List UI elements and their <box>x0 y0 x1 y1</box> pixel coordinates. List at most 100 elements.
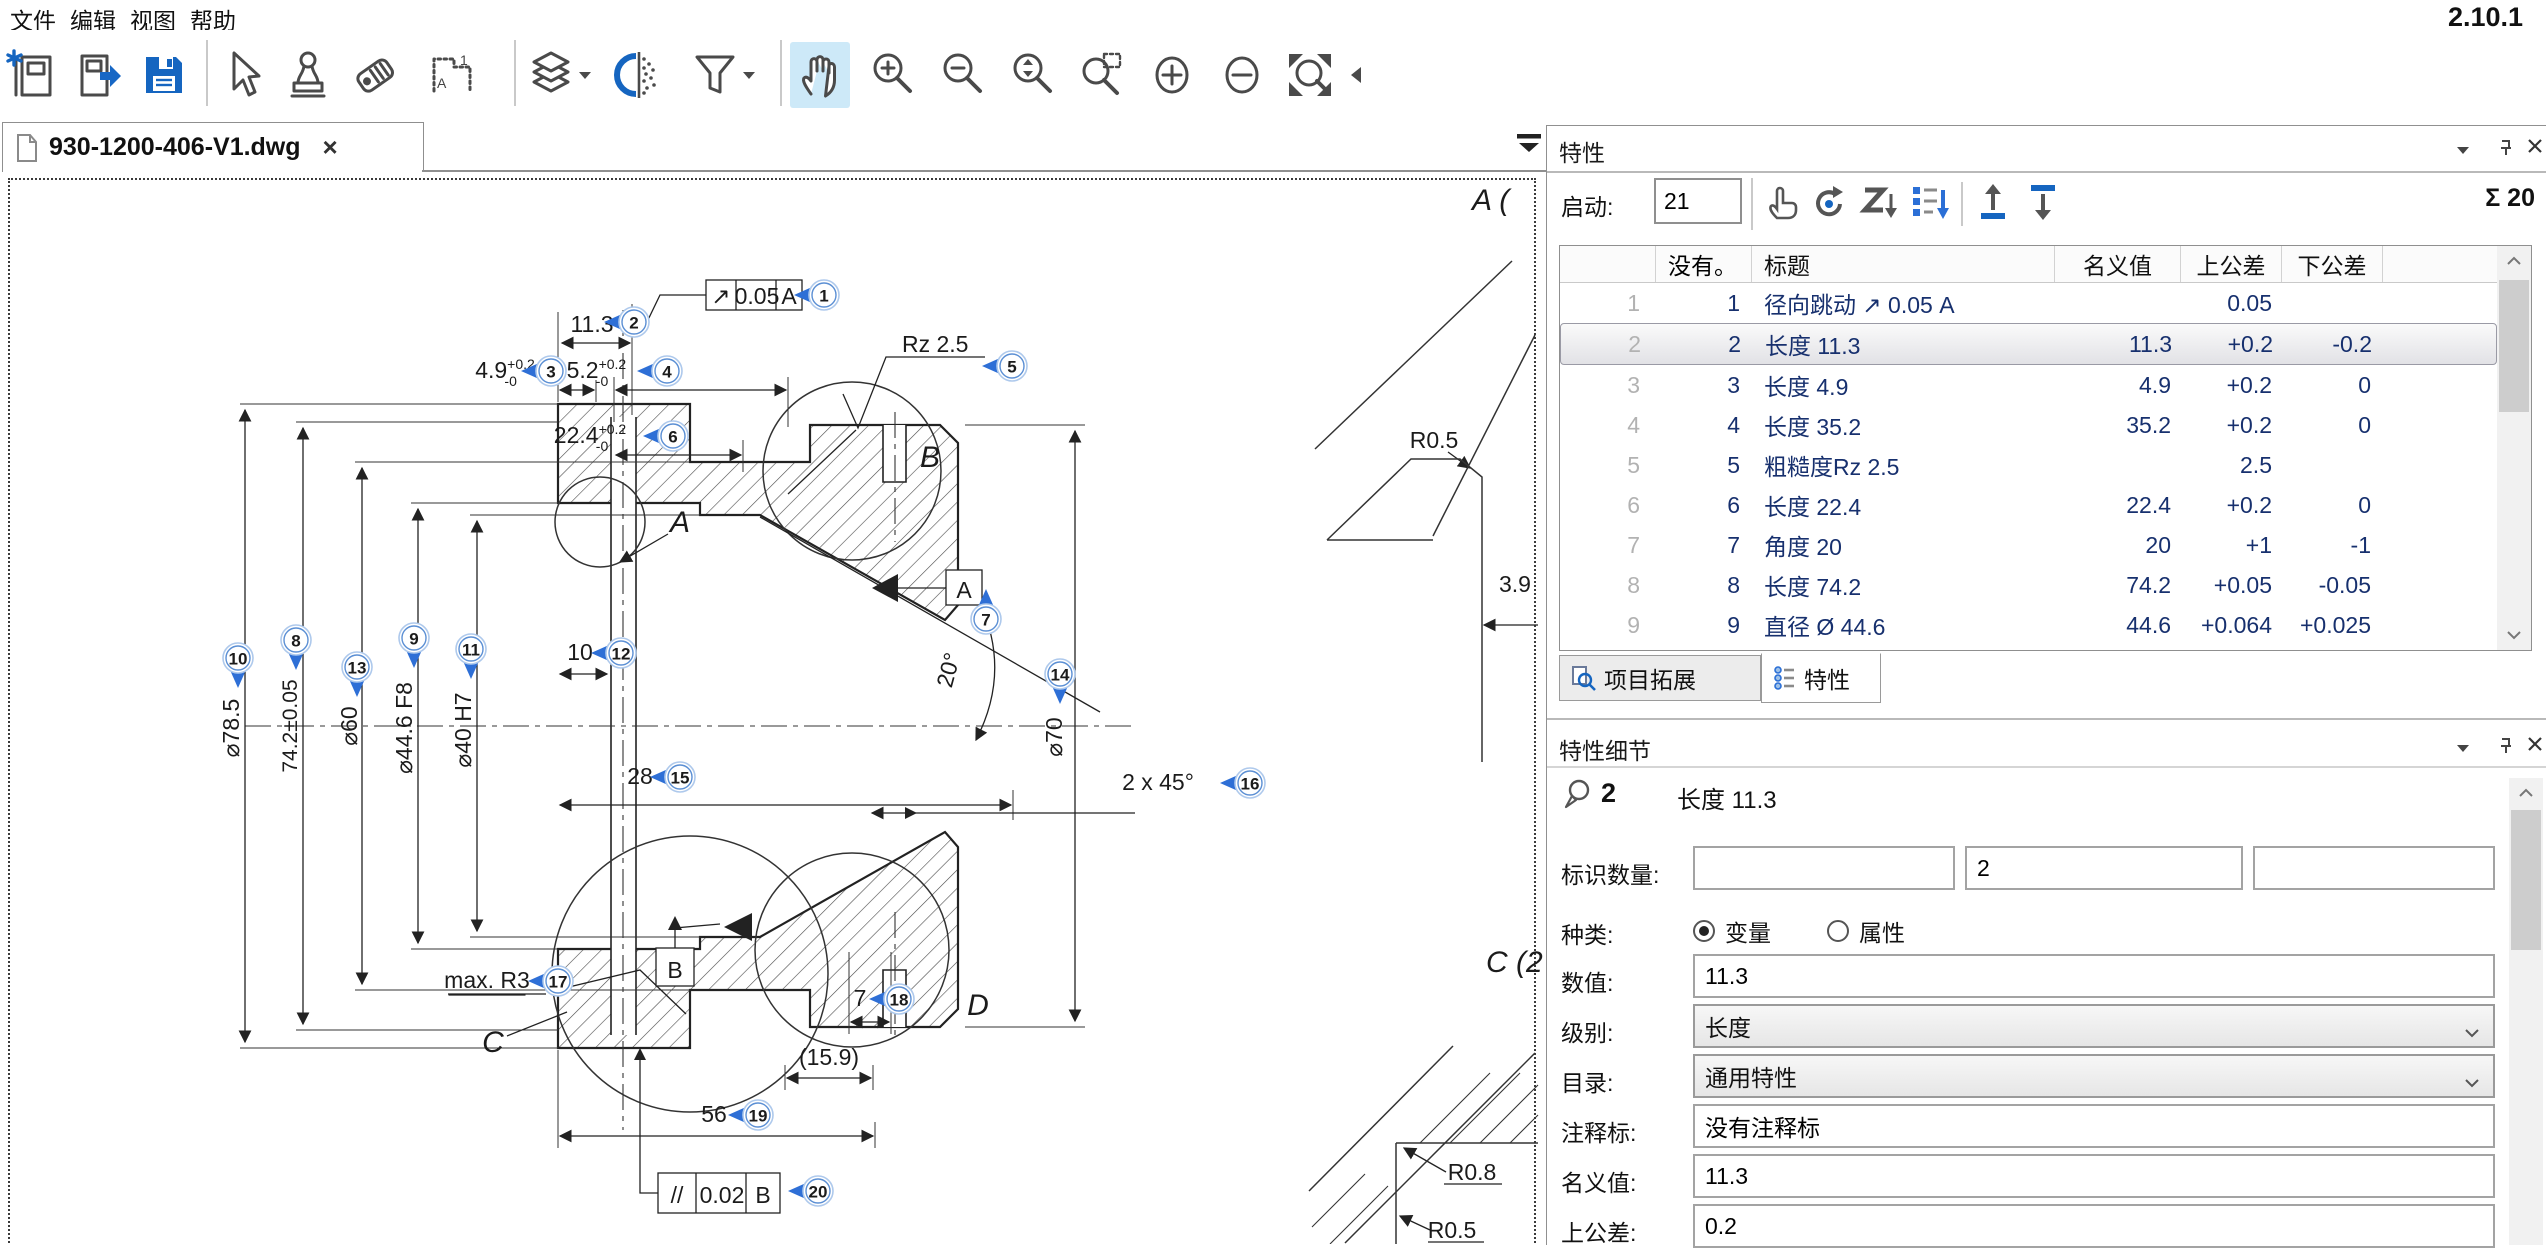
tag-button[interactable] <box>346 42 406 108</box>
move-down-icon[interactable] <box>2025 182 2065 227</box>
radio-variable[interactable]: 变量 <box>1693 914 1771 948</box>
value-label: 数值: <box>1561 964 1613 998</box>
class-combo-value: 长度 <box>1705 1009 1751 1043</box>
balloon-20[interactable]: 20 <box>788 1176 833 1206</box>
table-row[interactable]: 22长度 11.311.3+0.2-0.2 <box>1560 323 2497 365</box>
panel-pin-icon[interactable] <box>2497 138 2515 163</box>
save-button[interactable] <box>134 42 194 108</box>
zoom-out-icon-button[interactable] <box>932 42 992 108</box>
table-row[interactable]: 44长度 35.235.2+0.20 <box>1560 405 2497 445</box>
dimension-text: B <box>755 1182 770 1208</box>
dimension-text: ⌀60 <box>336 706 362 745</box>
svg-text:17: 17 <box>549 973 568 992</box>
decrease-button[interactable] <box>1212 42 1272 108</box>
table-row[interactable]: 55粗糙度Rz 2.52.5 <box>1560 445 2497 485</box>
close-tab-icon[interactable]: × <box>323 132 338 163</box>
dimension-text: B <box>667 957 682 983</box>
balloon-11[interactable]: 11 <box>456 634 486 679</box>
document-tab[interactable]: 930-1200-406-V1.dwg × <box>2 122 424 172</box>
svg-text:19: 19 <box>749 1107 768 1126</box>
table-row[interactable]: 11径向跳动 ↗ 0.05 A0.05 <box>1560 283 2497 323</box>
balloon-4[interactable]: 4 <box>637 356 682 386</box>
zoom-window-button[interactable] <box>1072 42 1132 108</box>
scroll-up-icon[interactable] <box>2497 246 2531 276</box>
svg-text:14: 14 <box>1051 666 1070 685</box>
table-scrollbar[interactable] <box>2497 246 2531 650</box>
id-count-input-2[interactable] <box>1965 846 2243 890</box>
increase-button[interactable] <box>1142 42 1202 108</box>
details-pin-icon[interactable] <box>2497 736 2515 761</box>
zoom-in-icon-button[interactable] <box>862 42 922 108</box>
nominal-input[interactable] <box>1693 1154 2495 1198</box>
partial-region-button[interactable]: 1A <box>422 42 482 108</box>
panel-close-icon[interactable] <box>2527 138 2543 159</box>
panel-dropdown-icon[interactable] <box>2455 144 2471 162</box>
svg-text:12: 12 <box>612 645 631 664</box>
tab-properties[interactable]: 特性 <box>1761 653 1881 703</box>
table-row[interactable]: 88长度 74.274.2+0.05-0.05 <box>1560 565 2497 605</box>
open-document-button[interactable] <box>68 42 128 108</box>
table-row[interactable]: 77角度 2020+1-1 <box>1560 525 2497 565</box>
details-close-icon[interactable] <box>2527 736 2543 757</box>
balloon-17[interactable]: 17 <box>528 966 573 996</box>
zoom-vertical-button[interactable] <box>1002 42 1062 108</box>
collapse-toolbar-button[interactable] <box>1344 42 1370 108</box>
mirror-compare-button[interactable] <box>608 42 668 108</box>
hand-pointer-icon[interactable] <box>1763 182 1801 227</box>
balloon-13[interactable]: 13 <box>342 652 372 697</box>
id-count-input-1[interactable] <box>1693 846 1955 890</box>
sum-total: Σ 20 <box>2485 184 2535 213</box>
chevron-down-icon <box>2463 1018 2481 1045</box>
balloon-10[interactable]: 10 <box>223 643 253 688</box>
scrollbar-thumb[interactable] <box>2499 280 2529 412</box>
balloon-14[interactable]: 14 <box>1045 659 1075 704</box>
table-row[interactable]: 66长度 22.422.4+0.20 <box>1560 485 2497 525</box>
renumber-z-icon[interactable] <box>1859 182 1901 227</box>
radio-variable-label: 变量 <box>1725 914 1771 948</box>
filter-button[interactable] <box>686 42 762 108</box>
scroll-down-icon[interactable] <box>2497 620 2531 650</box>
value-input[interactable] <box>1693 954 2495 998</box>
dimension-text: (15.9) <box>799 1044 859 1070</box>
id-count-input-3[interactable] <box>2253 846 2495 890</box>
dimension-text: ⌀40 H7 <box>450 692 476 767</box>
tab-list-icon[interactable] <box>1516 132 1542 159</box>
dimension-text: 10 <box>567 639 593 665</box>
move-up-icon[interactable] <box>1975 182 2015 227</box>
note-input[interactable] <box>1693 1104 2495 1148</box>
balloon-8[interactable]: 8 <box>281 625 311 670</box>
details-dropdown-icon[interactable] <box>2455 742 2471 760</box>
document-icon <box>15 133 39 163</box>
catalog-combo[interactable]: 通用特性 <box>1693 1054 2495 1098</box>
pan-hand-button[interactable] <box>790 42 850 108</box>
table-row[interactable]: 33长度 4.94.9+0.20 <box>1560 365 2497 405</box>
layers-button[interactable] <box>522 42 598 108</box>
start-input[interactable] <box>1654 178 1742 224</box>
balloon-5[interactable]: 5 <box>982 351 1027 381</box>
radio-attribute[interactable]: 属性 <box>1827 914 1905 948</box>
svg-text:1: 1 <box>819 287 828 306</box>
tab-project-expand[interactable]: 项目拓展 <box>1559 655 1761 701</box>
drawing-canvas[interactable]: 11.34.9+0.2-035.2+0.2-0Rz 2.522.4+0.2-01… <box>0 172 1546 1244</box>
balloon-15[interactable]: 15 <box>650 762 695 792</box>
details-balloon-title: 长度 11.3 <box>1677 780 1777 815</box>
upper-tol-input[interactable] <box>1693 1204 2495 1248</box>
table-row[interactable]: 99直径 Ø 44.644.6+0.064+0.025 <box>1560 605 2497 645</box>
new-document-button[interactable] <box>4 42 64 108</box>
class-combo[interactable]: 长度 <box>1693 1004 2495 1048</box>
scroll-up-icon[interactable] <box>2509 778 2543 808</box>
balloon-16[interactable]: 16 <box>1220 768 1265 798</box>
stamp-button[interactable] <box>278 42 338 108</box>
dimension-text: D <box>967 989 989 1022</box>
note-label: 注释标: <box>1561 1114 1636 1148</box>
balloon-12[interactable]: 12 <box>591 638 636 668</box>
select-cursor-button[interactable] <box>212 42 272 108</box>
zoom-fit-button[interactable] <box>1280 42 1340 108</box>
dimension-text: B <box>920 441 940 474</box>
refresh-icon[interactable] <box>1809 182 1851 227</box>
details-scrollbar[interactable] <box>2509 778 2543 1245</box>
list-order-icon[interactable] <box>1909 182 1951 227</box>
scrollbar-thumb[interactable] <box>2511 810 2541 950</box>
balloon-9[interactable]: 9 <box>399 623 429 668</box>
toolbar-separator <box>514 40 516 106</box>
